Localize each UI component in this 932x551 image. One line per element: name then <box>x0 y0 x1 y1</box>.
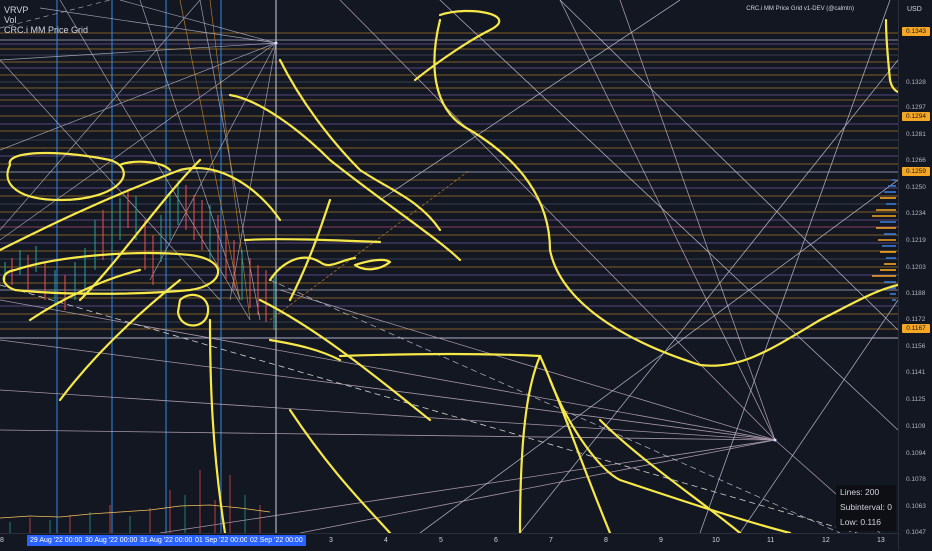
stats-subinterval: Subinterval: 0 <box>840 502 892 512</box>
candles <box>4 180 275 330</box>
time-tick: 11 <box>767 537 775 544</box>
time-tick: 8 <box>604 537 608 544</box>
time-tick: 8 <box>0 537 4 544</box>
price-tick: 0.1094 <box>906 450 926 457</box>
chart-area[interactable]: VRVP Vol CRC.i MM Price Grid CRC.i MM Pr… <box>0 0 898 533</box>
time-tick: 10 <box>712 537 720 544</box>
price-tick: 0.1250 <box>906 184 926 191</box>
legend-vrvp[interactable]: VRVP <box>4 5 88 15</box>
price-tick: 0.1281 <box>906 131 926 138</box>
price-tick: 0.1328 <box>906 79 926 86</box>
price-tick: 0.1219 <box>906 237 926 244</box>
price-tick: 0.1141 <box>906 369 926 376</box>
time-tick: 4 <box>384 537 388 544</box>
price-tick: 0.1063 <box>906 503 926 510</box>
stats-low: Low: 0.116 <box>840 517 881 527</box>
price-tick: 0.1125 <box>906 396 926 403</box>
time-tick: 3 <box>329 537 333 544</box>
price-tag: 0.1294 <box>902 112 930 121</box>
time-tag: 30 Aug '22 00:00 <box>82 535 141 546</box>
time-tick: 7 <box>549 537 553 544</box>
currency-label[interactable]: USD <box>907 6 922 13</box>
fan-lines-lower <box>0 0 881 533</box>
price-tag: 0.1167 <box>902 324 930 333</box>
time-tag: 01 Sep '22 00:00 <box>192 535 251 546</box>
time-tick: 9 <box>659 537 663 544</box>
volume-profile <box>872 179 896 301</box>
upper-anchor-point <box>274 41 278 45</box>
price-tick: 0.1266 <box>906 157 926 164</box>
stats-lines: Lines: 200 <box>840 487 880 497</box>
time-tag: 29 Aug '22 00:00 <box>27 535 86 546</box>
stats-box: Lines: 200 Subinterval: 0 Low: 0.116 <box>836 485 896 531</box>
price-tag: 0.1259 <box>902 167 930 176</box>
legend-price-grid[interactable]: CRC.i MM Price Grid <box>4 25 88 35</box>
price-tick: 0.1203 <box>906 264 926 271</box>
price-tag: 0.1343 <box>902 27 930 36</box>
time-tag: 31 Aug '22 00:00 <box>137 535 196 546</box>
price-tick: 0.1156 <box>906 343 926 350</box>
price-tick: 0.1078 <box>906 476 926 483</box>
time-tag: 02 Sep '22 00:00 <box>247 535 306 546</box>
price-tick: 0.1172 <box>906 316 926 323</box>
lower-anchor-point <box>773 438 777 442</box>
indicator-title: CRC.i MM Price Grid v1-DEV (@calmtn) <box>746 6 854 12</box>
chart-canvas[interactable] <box>0 0 898 533</box>
long-diagonals <box>269 0 898 533</box>
time-tick: 5 <box>439 537 443 544</box>
price-tick: 0.1297 <box>906 104 926 111</box>
time-tick: 13 <box>877 537 885 544</box>
fan-lines-orange <box>179 0 471 321</box>
price-tick: 0.1109 <box>906 423 926 430</box>
freehand-drawings <box>0 9 898 533</box>
price-tick: 0.1047 <box>906 529 926 536</box>
time-tick: 12 <box>822 537 830 544</box>
legend-vol[interactable]: Vol <box>4 15 88 25</box>
price-tick: 0.1234 <box>906 210 926 217</box>
chart-legend: VRVP Vol CRC.i MM Price Grid <box>4 5 88 35</box>
time-tick: 6 <box>494 537 498 544</box>
price-tick: 0.1188 <box>906 290 926 297</box>
